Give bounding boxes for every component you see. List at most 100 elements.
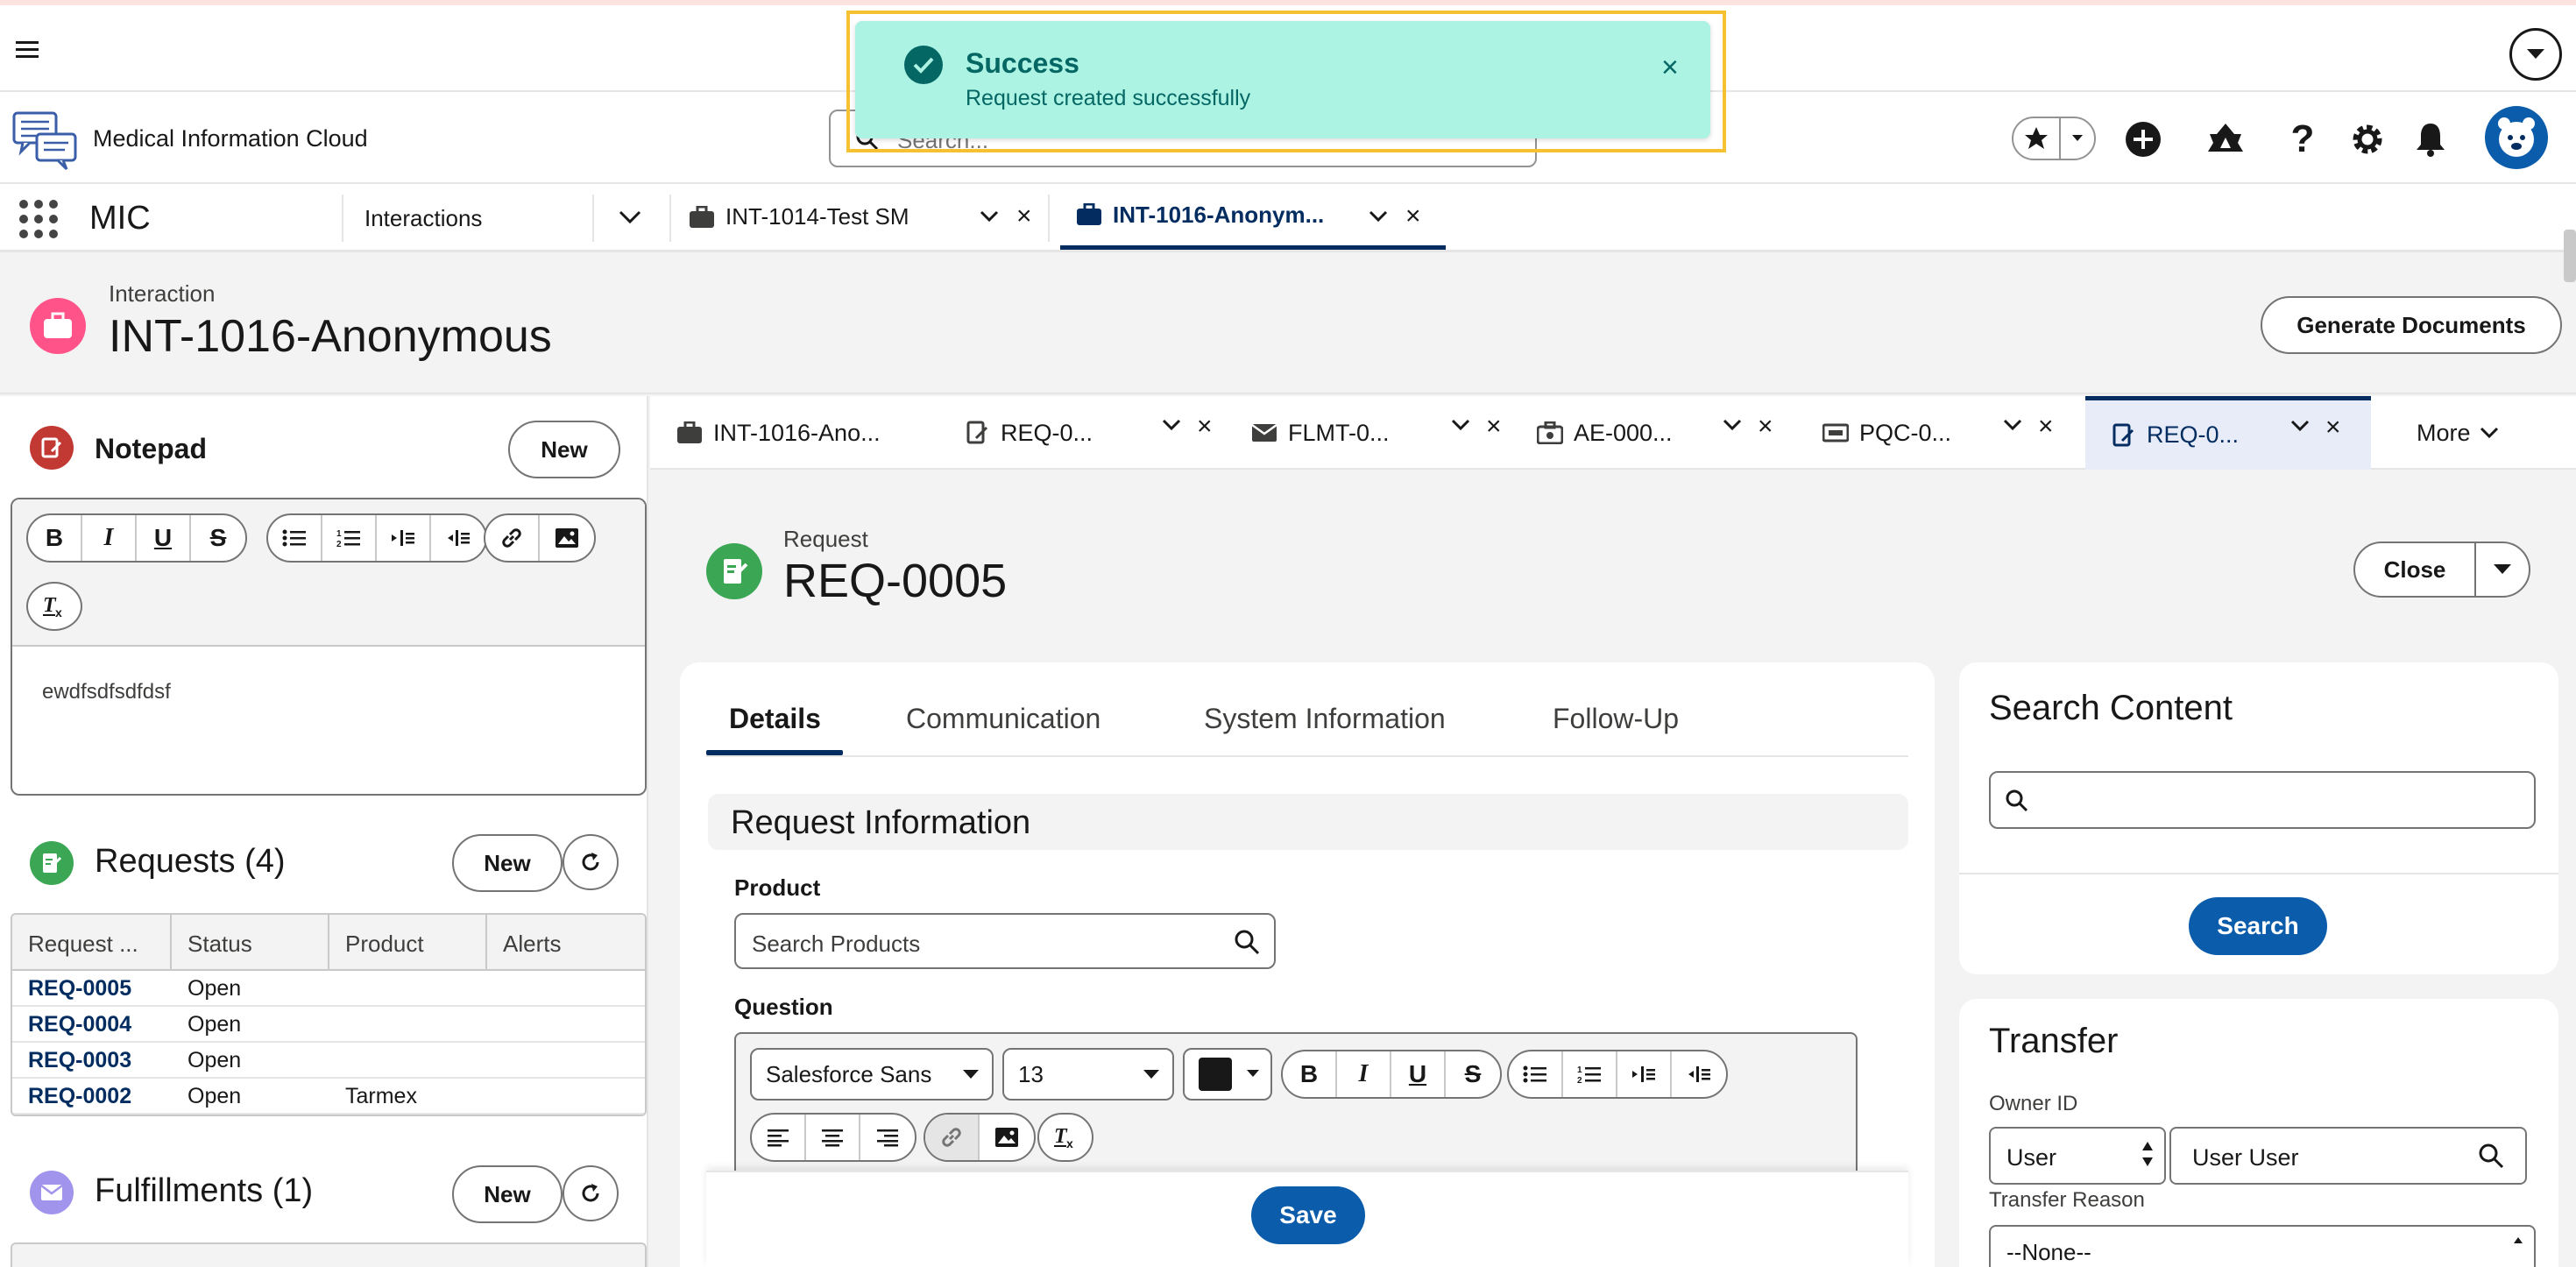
close-icon[interactable]: × bbox=[1197, 412, 1213, 442]
close-icon[interactable]: × bbox=[1405, 202, 1421, 231]
help-icon[interactable]: ? bbox=[2282, 117, 2324, 160]
tab-communication[interactable]: Communication bbox=[906, 703, 1100, 735]
close-button[interactable]: Close bbox=[2355, 543, 2476, 596]
close-icon[interactable]: × bbox=[1758, 412, 1773, 442]
outdent-icon[interactable] bbox=[431, 515, 485, 561]
align-left-icon[interactable] bbox=[752, 1115, 806, 1160]
more-tabs-button[interactable]: More bbox=[2417, 396, 2565, 470]
indent-icon[interactable] bbox=[1617, 1051, 1672, 1097]
column-header-request[interactable]: Request ... bbox=[12, 915, 172, 969]
refresh-icon[interactable] bbox=[563, 834, 619, 890]
subtab-interaction[interactable]: INT-1016-Ano... bbox=[676, 396, 939, 470]
chevron-down-icon[interactable] bbox=[1451, 419, 1470, 431]
tab-follow-up[interactable]: Follow-Up bbox=[1553, 703, 1679, 735]
subtab-product-complaint[interactable]: PQC-0... × bbox=[1822, 396, 2085, 470]
product-search-input[interactable]: Search Products bbox=[734, 913, 1276, 969]
notepad-content[interactable]: ewdfsdfsdfdsf bbox=[42, 680, 171, 704]
numbered-list-icon[interactable]: 12 bbox=[322, 515, 377, 561]
owner-lookup-input[interactable]: User User bbox=[2169, 1127, 2527, 1185]
nav-item-interactions[interactable]: Interactions bbox=[364, 205, 482, 232]
font-size-select[interactable]: 13 bbox=[1002, 1048, 1174, 1101]
align-right-icon[interactable] bbox=[860, 1115, 915, 1160]
record-header: Interaction INT-1016-Anonymous Generate … bbox=[0, 252, 2576, 394]
content-search-input[interactable] bbox=[1989, 771, 2536, 829]
indent-icon[interactable] bbox=[377, 515, 431, 561]
nav-tab-int-1014[interactable]: INT-1014-Test SM × bbox=[689, 184, 1039, 250]
bold-button[interactable]: B bbox=[28, 515, 82, 561]
subtab-fulfillment[interactable]: FLMT-0... × bbox=[1251, 396, 1514, 470]
clear-formatting-icon[interactable]: Tx bbox=[28, 584, 81, 629]
link-icon[interactable] bbox=[925, 1115, 980, 1160]
subtab-label: AE-000... bbox=[1574, 419, 1673, 446]
tab-system-information[interactable]: System Information bbox=[1204, 703, 1446, 735]
link-icon[interactable] bbox=[485, 515, 540, 561]
request-link[interactable]: REQ-0004 bbox=[12, 1007, 172, 1041]
trailhead-icon[interactable] bbox=[2204, 118, 2247, 160]
align-center-icon[interactable] bbox=[806, 1115, 860, 1160]
fulfillments-new-button[interactable]: New bbox=[452, 1165, 563, 1223]
column-header-alerts[interactable]: Alerts bbox=[487, 915, 645, 969]
favorites-button[interactable] bbox=[2012, 117, 2096, 160]
requests-new-button[interactable]: New bbox=[452, 834, 563, 892]
notepad-new-button[interactable]: New bbox=[508, 421, 620, 478]
close-icon[interactable]: × bbox=[1661, 51, 1679, 85]
chevron-down-icon[interactable] bbox=[619, 210, 641, 224]
subtab-request-active[interactable]: REQ-0... × bbox=[2085, 396, 2371, 470]
subtab-request[interactable]: REQ-0... × bbox=[966, 396, 1228, 470]
chevron-down-icon[interactable] bbox=[2509, 28, 2562, 81]
italic-button[interactable]: I bbox=[1337, 1051, 1391, 1097]
bell-icon[interactable] bbox=[2410, 118, 2452, 160]
generate-documents-button[interactable]: Generate Documents bbox=[2261, 296, 2562, 354]
close-icon[interactable]: × bbox=[2325, 413, 2341, 442]
request-link[interactable]: REQ-0002 bbox=[12, 1079, 172, 1113]
transfer-reason-select[interactable]: --None-- bbox=[1989, 1225, 2536, 1267]
column-header-status[interactable]: Status bbox=[172, 915, 329, 969]
image-icon[interactable] bbox=[980, 1115, 1034, 1160]
chevron-down-icon[interactable] bbox=[1162, 419, 1181, 431]
notepad-editor[interactable]: B I U S 12 Tx ewdfsdfsdfdsf bbox=[11, 498, 647, 796]
italic-button[interactable]: I bbox=[82, 515, 137, 561]
close-icon[interactable]: × bbox=[1016, 202, 1032, 231]
clear-formatting-icon[interactable]: Tx bbox=[1039, 1115, 1092, 1160]
numbered-list-icon[interactable]: 12 bbox=[1563, 1051, 1617, 1097]
nav-tab-int-1016[interactable]: INT-1016-Anonym... × bbox=[1060, 184, 1446, 250]
request-link[interactable]: REQ-0003 bbox=[12, 1043, 172, 1077]
close-icon[interactable]: × bbox=[2038, 412, 2054, 442]
chevron-down-icon[interactable] bbox=[1723, 419, 1742, 431]
menu-icon[interactable] bbox=[14, 37, 40, 63]
chevron-down-icon[interactable] bbox=[980, 210, 999, 223]
section-header[interactable]: Request Information bbox=[708, 794, 1908, 850]
app-launcher-icon[interactable] bbox=[19, 200, 58, 238]
scrollbar-thumb[interactable] bbox=[2564, 230, 2576, 282]
underline-button[interactable]: U bbox=[1391, 1051, 1446, 1097]
chevron-down-icon[interactable] bbox=[2003, 419, 2022, 431]
chevron-down-icon bbox=[962, 1069, 980, 1079]
bulleted-list-icon[interactable] bbox=[1509, 1051, 1563, 1097]
chevron-down-icon[interactable] bbox=[1369, 210, 1388, 223]
star-icon[interactable] bbox=[2013, 118, 2061, 159]
outdent-icon[interactable] bbox=[1672, 1051, 1726, 1097]
tab-details[interactable]: Details bbox=[729, 703, 821, 735]
column-header-product[interactable]: Product bbox=[329, 915, 487, 969]
bold-button[interactable]: B bbox=[1283, 1051, 1337, 1097]
chevron-down-icon[interactable] bbox=[2061, 134, 2094, 143]
avatar[interactable] bbox=[2485, 106, 2548, 169]
refresh-icon[interactable] bbox=[563, 1165, 619, 1221]
chevron-down-icon[interactable] bbox=[2476, 543, 2529, 596]
chevron-down-icon[interactable] bbox=[2290, 420, 2310, 432]
owner-type-select[interactable]: User bbox=[1989, 1127, 2166, 1185]
close-icon[interactable]: × bbox=[1486, 412, 1502, 442]
gear-icon[interactable] bbox=[2346, 118, 2388, 160]
image-icon[interactable] bbox=[540, 515, 594, 561]
request-link[interactable]: REQ-0005 bbox=[12, 971, 172, 1005]
search-button[interactable]: Search bbox=[2189, 897, 2327, 955]
subtab-adverse-event[interactable]: AE-000... × bbox=[1537, 396, 1800, 470]
strikethrough-button[interactable]: S bbox=[1446, 1051, 1500, 1097]
save-button[interactable]: Save bbox=[1251, 1186, 1365, 1244]
strikethrough-button[interactable]: S bbox=[191, 515, 245, 561]
font-family-select[interactable]: Salesforce Sans bbox=[750, 1048, 994, 1101]
global-actions-icon[interactable] bbox=[2122, 118, 2164, 160]
bulleted-list-icon[interactable] bbox=[268, 515, 322, 561]
underline-button[interactable]: U bbox=[137, 515, 191, 561]
text-color-picker[interactable] bbox=[1183, 1048, 1272, 1101]
